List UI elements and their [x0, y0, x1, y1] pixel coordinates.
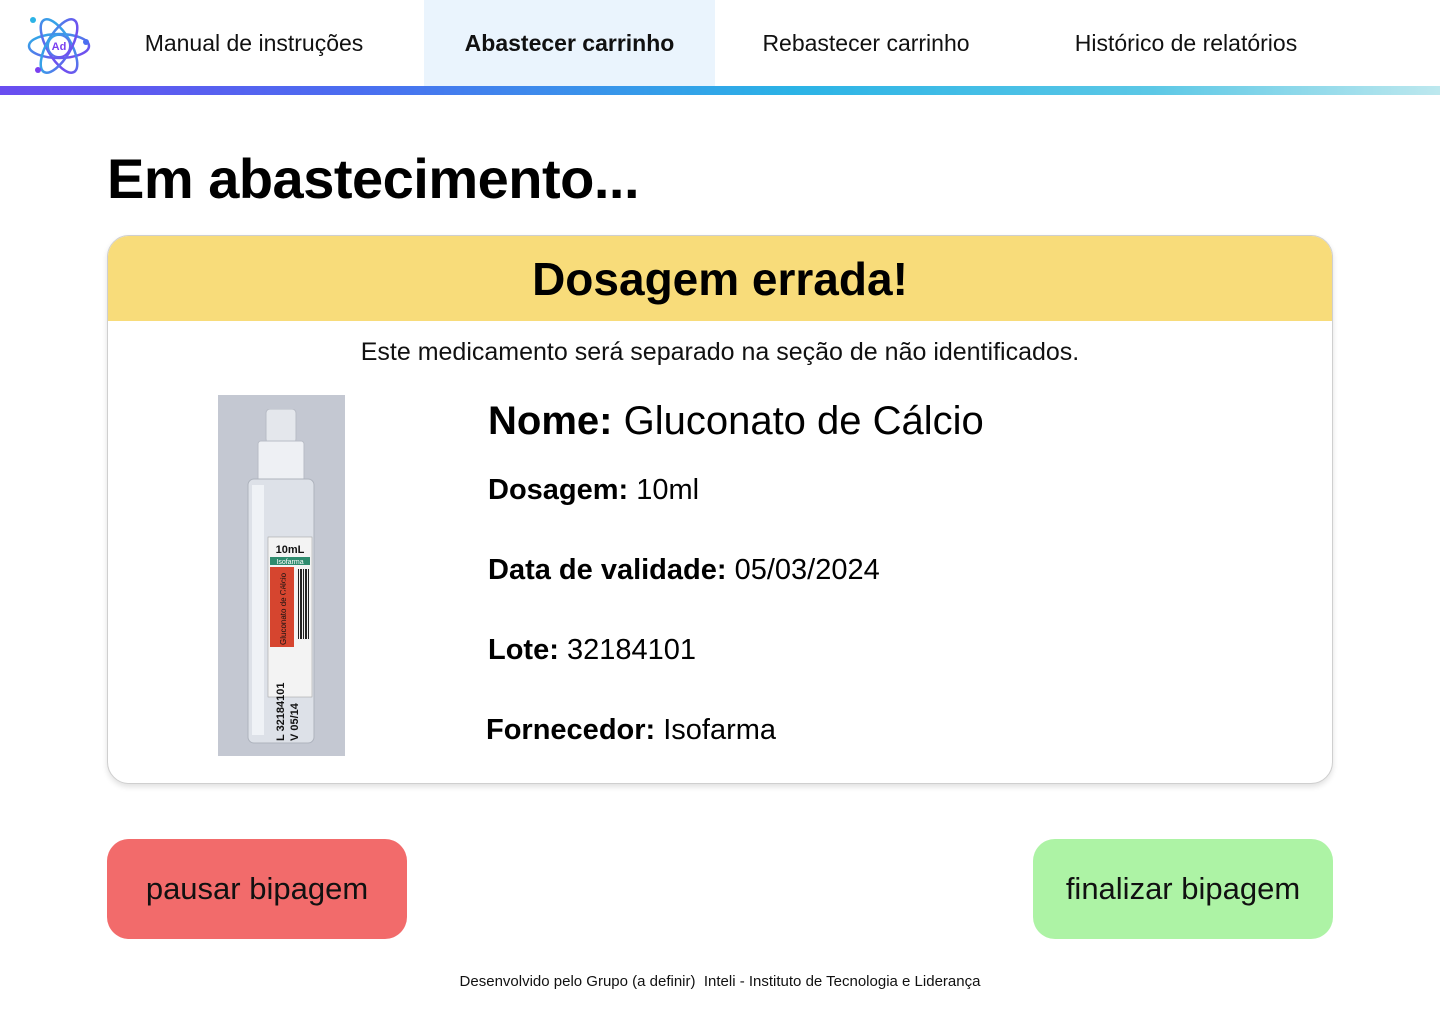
- medication-name-row: Nome: Gluconato de Cálcio: [488, 399, 984, 444]
- medication-dose: 10ml: [636, 474, 700, 506]
- footer-group: Desenvolvido pelo Grupo (a definir): [459, 973, 696, 990]
- medication-lot: 32184101: [566, 634, 696, 666]
- medication-expiry: 05/03/2024: [734, 554, 880, 586]
- nav-item-abastecer[interactable]: Abastecer carrinho: [424, 0, 715, 86]
- finish-scanning-button[interactable]: finalizar bipagem: [1033, 839, 1333, 939]
- medication-expiry-row: Data de validade: 05/03/2024: [488, 554, 880, 587]
- name-label: Nome:: [488, 399, 624, 443]
- medication-dose-row: Dosagem: 10ml: [488, 474, 699, 507]
- vial-lot-text: L 32184101: [275, 682, 287, 741]
- top-navigation: Ad Manual de instruções Abastecer carrin…: [0, 0, 1440, 86]
- alert-title: Dosagem errada!: [108, 236, 1332, 321]
- medication-image: 10mL Isofarma Gluconato de Cálcio 10% L …: [218, 395, 345, 756]
- expiry-label: Data de validade:: [488, 554, 735, 586]
- dose-label: Dosagem:: [488, 474, 637, 506]
- vial-percent-text: 10%: [284, 575, 295, 595]
- medication-supplier-row: Fornecedor: Isofarma: [486, 714, 776, 747]
- medication-supplier: Isofarma: [663, 714, 777, 746]
- footer: Desenvolvido pelo Grupo (a definir) Inte…: [0, 973, 1440, 990]
- footer-institution: Inteli - Instituto de Tecnologia e Lider…: [703, 973, 981, 990]
- medication-name: Gluconato de Cálcio: [623, 399, 984, 443]
- lot-label: Lote:: [488, 634, 567, 666]
- nav-item-rebastecer[interactable]: Rebastecer carrinho: [724, 0, 1008, 86]
- pause-scanning-button[interactable]: pausar bipagem: [107, 839, 407, 939]
- vial-illustration: 10mL Isofarma Gluconato de Cálcio 10% L …: [247, 409, 315, 744]
- nav-item-manual[interactable]: Manual de instruções: [110, 0, 398, 86]
- vial-validity-text: V 05/14: [289, 702, 301, 741]
- nav-item-historico[interactable]: Histórico de relatórios: [1030, 0, 1342, 86]
- app-logo-icon[interactable]: Ad: [26, 12, 92, 80]
- supplier-label: Fornecedor:: [486, 714, 664, 746]
- alert-card: Dosagem errada! Este medicamento será se…: [107, 235, 1333, 784]
- medication-lot-row: Lote: 32184101: [488, 634, 696, 667]
- vial-volume-text: 10mL: [276, 544, 305, 556]
- vial-brand-text: Isofarma: [276, 559, 303, 566]
- page-title: Em abastecimento...: [107, 147, 640, 210]
- logo-text: Ad: [52, 41, 67, 53]
- nav-gradient-bar: [0, 86, 1440, 95]
- alert-message: Este medicamento será separado na seção …: [360, 338, 1080, 366]
